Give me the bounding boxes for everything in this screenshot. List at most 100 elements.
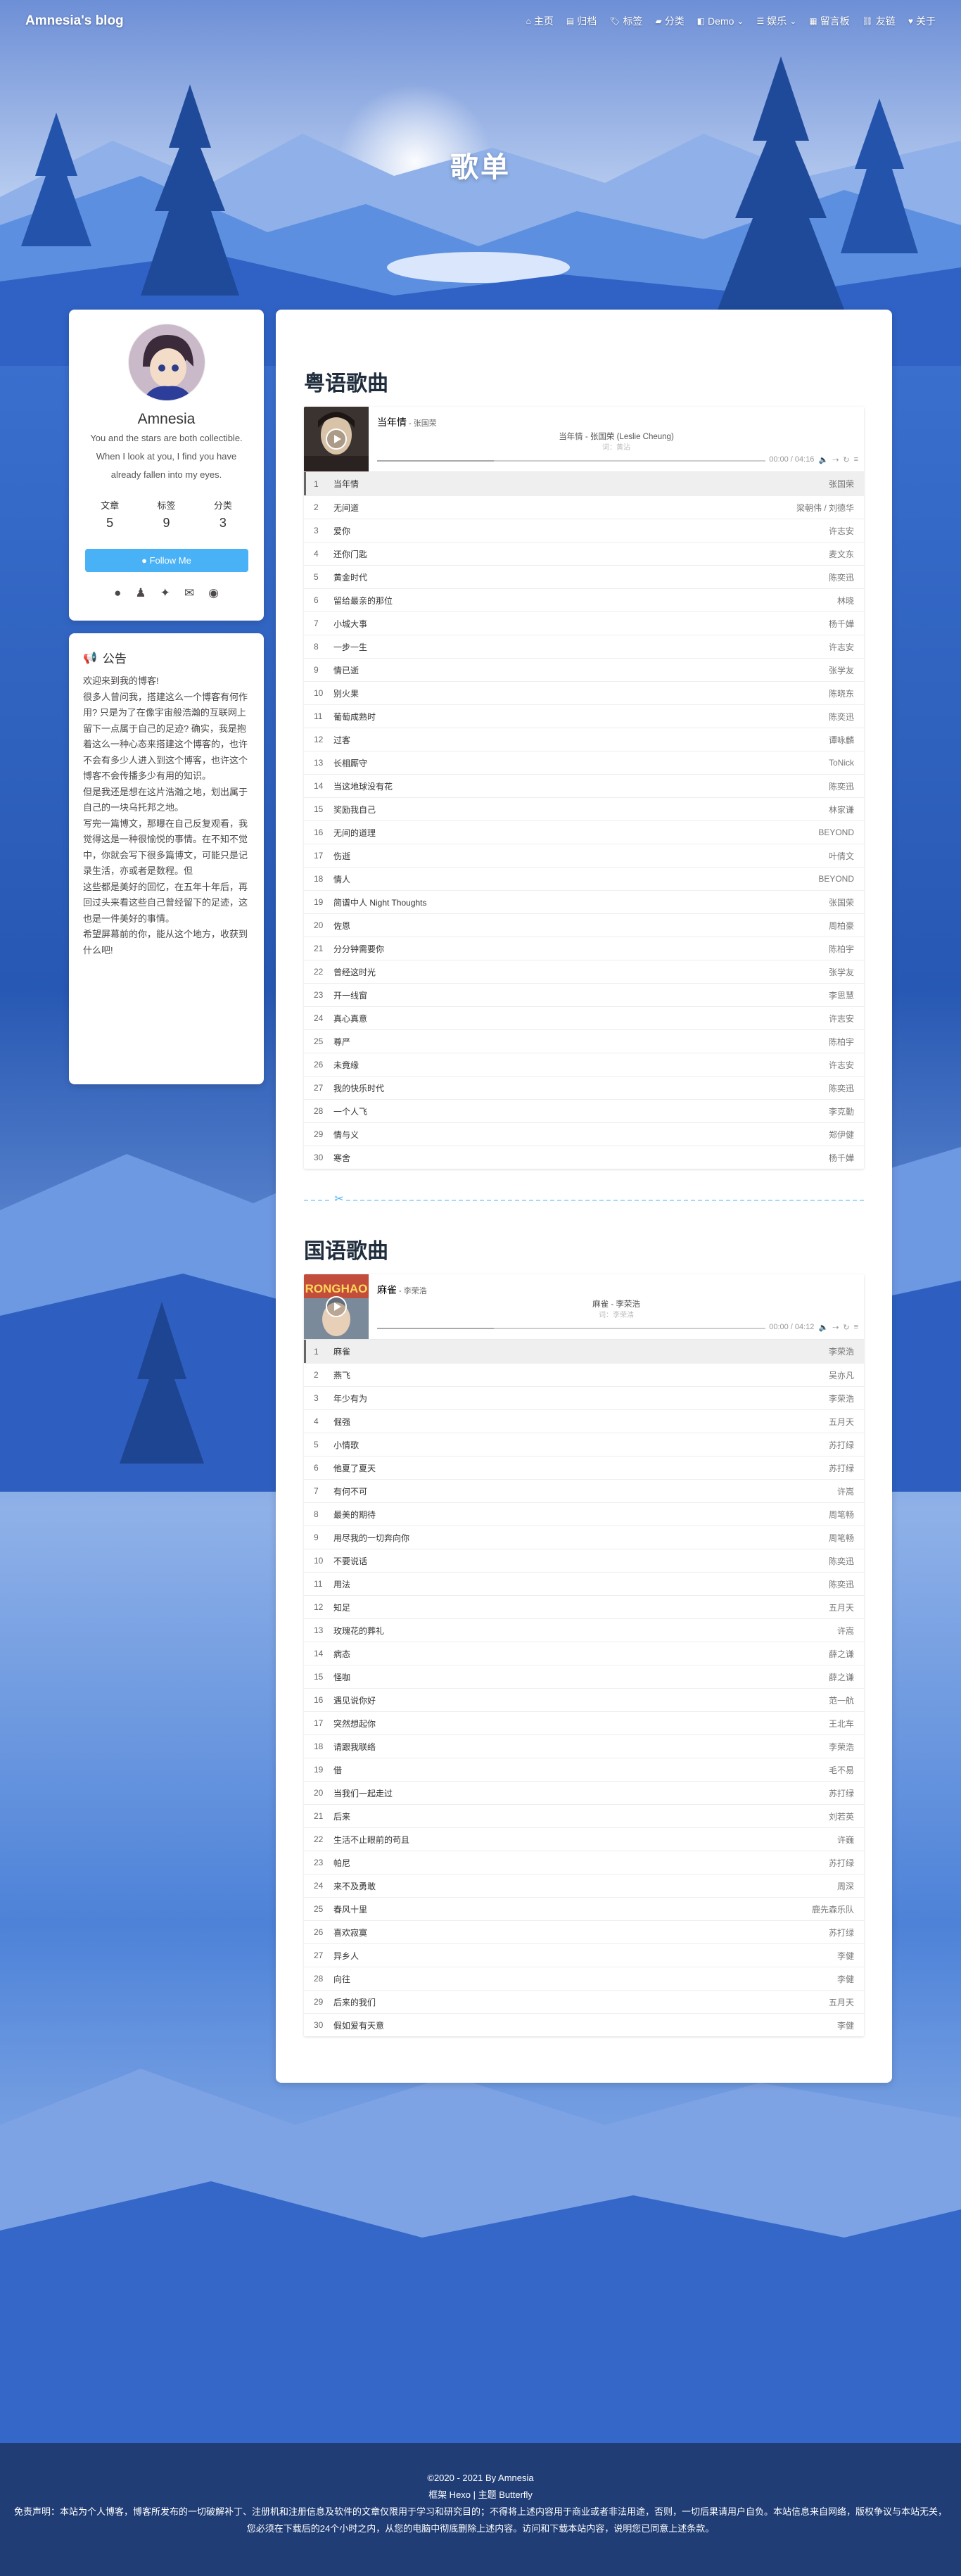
song-row[interactable]: 1 麻雀 李荣浩 bbox=[304, 1340, 864, 1363]
song-row[interactable]: 18 情人 BEYOND bbox=[304, 867, 864, 890]
song-row[interactable]: 6 留给最亲的那位 林晓 bbox=[304, 588, 864, 611]
song-row[interactable]: 19 简谱中人 Night Thoughts 张国荣 bbox=[304, 890, 864, 913]
song-row[interactable]: 17 突然想起你 王北车 bbox=[304, 1711, 864, 1734]
site-name[interactable]: Amnesia's blog bbox=[25, 13, 124, 29]
song-row[interactable]: 23 开一线窗 李思慧 bbox=[304, 983, 864, 1006]
song-row[interactable]: 8 最美的期待 周笔畅 bbox=[304, 1502, 864, 1525]
song-row[interactable]: 29 情与义 郑伊健 bbox=[304, 1122, 864, 1146]
song-row[interactable]: 5 黄金时代 陈奕迅 bbox=[304, 565, 864, 588]
github-icon[interactable]: ● bbox=[114, 586, 121, 600]
nav-item-0[interactable]: ⌂ 主页 bbox=[526, 14, 554, 28]
song-row[interactable]: 3 年少有为 李荣浩 bbox=[304, 1386, 864, 1409]
qq-icon[interactable]: ♟ bbox=[135, 586, 146, 600]
song-artist: 梁朝伟 / 刘德华 bbox=[796, 502, 854, 513]
song-row[interactable]: 26 喜欢寂寞 苏打绿 bbox=[304, 1920, 864, 1943]
song-title: 情已逝 bbox=[333, 665, 359, 675]
song-row[interactable]: 23 帕尼 苏打绿 bbox=[304, 1851, 864, 1874]
song-row[interactable]: 26 未竟缘 许志安 bbox=[304, 1053, 864, 1076]
song-row[interactable]: 22 曾经这时光 张学友 bbox=[304, 960, 864, 983]
song-row[interactable]: 4 倔强 五月天 bbox=[304, 1409, 864, 1433]
song-row[interactable]: 13 玫瑰花的葬礼 许嵩 bbox=[304, 1618, 864, 1642]
song-row[interactable]: 19 借 毛不易 bbox=[304, 1758, 864, 1781]
play-button[interactable] bbox=[326, 1296, 347, 1317]
song-row[interactable]: 16 无间的道理 BEYOND bbox=[304, 820, 864, 844]
email-icon[interactable]: ✉ bbox=[184, 586, 194, 600]
song-title: 怪咖 bbox=[333, 1672, 351, 1682]
album-cover[interactable] bbox=[304, 407, 369, 471]
song-row[interactable]: 21 后来 刘若英 bbox=[304, 1804, 864, 1827]
song-row[interactable]: 21 分分钟需要你 陈柏宇 bbox=[304, 937, 864, 960]
song-row[interactable]: 18 请跟我联络 李荣浩 bbox=[304, 1734, 864, 1758]
stat-articles[interactable]: 文章 5 bbox=[101, 498, 119, 531]
song-row[interactable]: 7 有何不可 许嵩 bbox=[304, 1479, 864, 1502]
song-row[interactable]: 8 一步一生 许志安 bbox=[304, 635, 864, 658]
play-button[interactable] bbox=[326, 429, 347, 450]
song-row[interactable]: 24 真心真意 许志安 bbox=[304, 1006, 864, 1029]
nav-item-5[interactable]: ☰ 娱乐 ⌄ bbox=[756, 14, 796, 28]
progress-bar[interactable] bbox=[377, 1328, 765, 1329]
song-row[interactable]: 14 当这地球没有花 陈奕迅 bbox=[304, 774, 864, 797]
follow-me-button[interactable]: ● Follow Me bbox=[84, 549, 248, 572]
song-index: 15 bbox=[314, 804, 324, 814]
nav-item-1[interactable]: ▤ 归档 bbox=[566, 14, 597, 28]
nav-item-7[interactable]: ⛓ 友链 bbox=[863, 14, 896, 28]
song-row[interactable]: 30 寒舍 杨千嬅 bbox=[304, 1146, 864, 1169]
song-row[interactable]: 24 来不及勇敢 周深 bbox=[304, 1874, 864, 1897]
stat-categories[interactable]: 分类 3 bbox=[214, 498, 232, 531]
song-row[interactable]: 20 佐恩 周柏豪 bbox=[304, 913, 864, 937]
song-row[interactable]: 14 病态 薛之谦 bbox=[304, 1642, 864, 1665]
song-row[interactable]: 2 燕飞 吴亦凡 bbox=[304, 1363, 864, 1386]
nav-item-4[interactable]: ◧ Demo ⌄ bbox=[697, 15, 744, 27]
song-row[interactable]: 12 知足 五月天 bbox=[304, 1595, 864, 1618]
song-row[interactable]: 6 他夏了夏天 苏打绿 bbox=[304, 1456, 864, 1479]
nav-item-2[interactable]: 🏷 标签 bbox=[609, 14, 642, 28]
song-row[interactable]: 25 尊严 陈柏宇 bbox=[304, 1029, 864, 1053]
song-row[interactable]: 10 不要说话 陈奕迅 bbox=[304, 1549, 864, 1572]
album-cover[interactable]: RONGHAO bbox=[304, 1274, 369, 1339]
loop-icon[interactable]: ↻ bbox=[843, 1323, 849, 1332]
song-artist: 陈奕迅 bbox=[828, 1083, 854, 1093]
song-row[interactable]: 28 向往 李健 bbox=[304, 1967, 864, 1990]
song-row[interactable]: 15 奖励我自己 林家谦 bbox=[304, 797, 864, 820]
avatar[interactable] bbox=[127, 324, 205, 401]
twitter-icon[interactable]: ✦ bbox=[160, 586, 170, 600]
song-row[interactable]: 3 爱你 许志安 bbox=[304, 519, 864, 542]
stat-tags[interactable]: 标签 9 bbox=[157, 498, 175, 531]
song-row[interactable]: 15 怪咖 薛之谦 bbox=[304, 1665, 864, 1688]
song-row[interactable]: 9 情已逝 张学友 bbox=[304, 658, 864, 681]
volume-icon[interactable]: 🔈 bbox=[818, 1323, 828, 1332]
playlist-toggle-icon[interactable]: ≡ bbox=[854, 1323, 858, 1332]
song-row[interactable]: 20 当我们一起走过 苏打绿 bbox=[304, 1781, 864, 1804]
song-row[interactable]: 4 还你门匙 麦文东 bbox=[304, 542, 864, 565]
song-row[interactable]: 22 生活不止眼前的苟且 许巍 bbox=[304, 1827, 864, 1851]
song-row[interactable]: 12 过客 谭咏麟 bbox=[304, 728, 864, 751]
song-row[interactable]: 27 我的快乐时代 陈奕迅 bbox=[304, 1076, 864, 1099]
volume-icon[interactable]: 🔈 bbox=[818, 455, 828, 464]
song-row[interactable]: 27 异乡人 李健 bbox=[304, 1943, 864, 1967]
song-row[interactable]: 17 伤逝 叶倩文 bbox=[304, 844, 864, 867]
loop-icon[interactable]: ↻ bbox=[843, 455, 849, 464]
song-row[interactable]: 9 用尽我的一切奔向你 周笔畅 bbox=[304, 1525, 864, 1549]
nav-item-6[interactable]: ▦ 留言板 bbox=[809, 14, 849, 28]
progress-bar[interactable] bbox=[377, 460, 765, 462]
song-row[interactable]: 11 用法 陈奕迅 bbox=[304, 1572, 864, 1595]
song-row[interactable]: 25 春风十里 鹿先森乐队 bbox=[304, 1897, 864, 1920]
song-row[interactable]: 13 长相厮守 ToNick bbox=[304, 751, 864, 774]
song-row[interactable]: 11 葡萄成熟时 陈奕迅 bbox=[304, 704, 864, 728]
nav-item-3[interactable]: ▰ 分类 bbox=[655, 14, 684, 28]
song-row[interactable]: 10 别火果 陈晓东 bbox=[304, 681, 864, 704]
order-icon[interactable]: ⇢ bbox=[832, 1323, 839, 1332]
song-row[interactable]: 30 假如爱有天意 李健 bbox=[304, 2013, 864, 2036]
order-icon[interactable]: ⇢ bbox=[832, 455, 839, 464]
song-row[interactable]: 16 遇见说你好 范一航 bbox=[304, 1688, 864, 1711]
rss-icon[interactable]: ◉ bbox=[208, 586, 219, 600]
playlist-toggle-icon[interactable]: ≡ bbox=[854, 455, 858, 464]
song-row[interactable]: 1 当年情 张国荣 bbox=[304, 472, 864, 495]
song-row[interactable]: 5 小情歌 苏打绿 bbox=[304, 1433, 864, 1456]
song-row[interactable]: 7 小城大事 杨千嬅 bbox=[304, 611, 864, 635]
footer-framework[interactable]: 框架 Hexo | 主题 Butterfly bbox=[0, 2487, 961, 2504]
song-row[interactable]: 28 一个人飞 李克勤 bbox=[304, 1099, 864, 1122]
song-row[interactable]: 2 无间道 梁朝伟 / 刘德华 bbox=[304, 495, 864, 519]
nav-item-8[interactable]: ♥ 关于 bbox=[908, 14, 936, 28]
song-row[interactable]: 29 后来的我们 五月天 bbox=[304, 1990, 864, 2013]
